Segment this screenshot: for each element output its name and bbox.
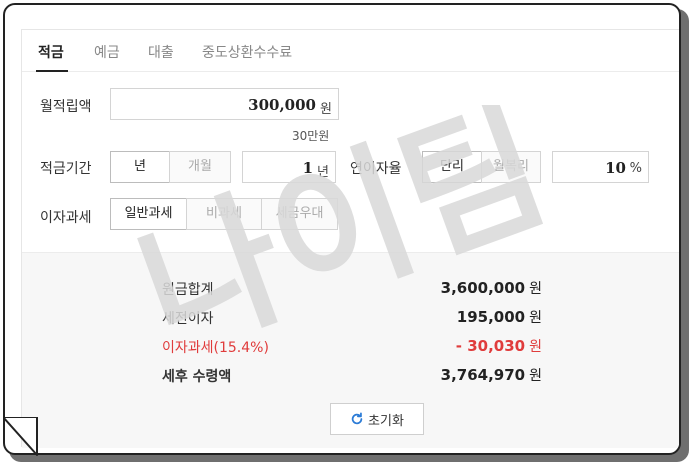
tab-bar: 적금 예금 대출 중도상환수수료 (22, 30, 679, 72)
period-unit-year[interactable]: 년 (110, 151, 170, 183)
net-amount-value: 3,764,970 원 (441, 365, 542, 385)
monthly-deposit-value: 300,000 (248, 96, 316, 114)
monthly-deposit-label: 월적립액 (40, 99, 92, 115)
net-amount-unit: 원 (529, 368, 542, 384)
interest-tax-unit: 원 (529, 339, 542, 355)
tab-deposit[interactable]: 예금 (94, 42, 120, 62)
tax-type-label: 이자과세 (40, 210, 92, 226)
tab-savings[interactable]: 적금 (38, 42, 64, 62)
active-tab-indicator (36, 70, 68, 72)
interest-tax-value: - 30,030 원 (456, 336, 542, 356)
interest-tax-label: 이자과세(15.4%) (162, 340, 269, 356)
period-input[interactable]: 1 년 (242, 151, 336, 183)
tab-loan[interactable]: 대출 (148, 42, 174, 62)
rate-label: 연이자율 (350, 161, 402, 177)
monthly-deposit-hint: 30만원 (292, 129, 330, 143)
tax-option-preferential[interactable]: 세금우대 (261, 198, 338, 230)
reset-label: 초기화 (368, 413, 404, 429)
calculator-panel: 적금 예금 대출 중도상환수수료 월적립액 300,000 원 30만원 적금기… (21, 29, 679, 448)
pretax-interest-amount: 195,000 (456, 308, 526, 326)
rate-value: 10 (605, 159, 626, 177)
rate-unit: % (629, 161, 642, 176)
principal-unit: 원 (529, 281, 542, 297)
monthly-deposit-input[interactable]: 300,000 원 (110, 88, 339, 120)
interest-tax-amount: - 30,030 (455, 337, 526, 355)
tab-prepayment-fee[interactable]: 중도상환수수료 (202, 42, 292, 62)
calculator-card: 적금 예금 대출 중도상환수수료 월적립액 300,000 원 30만원 적금기… (3, 3, 681, 455)
reset-button[interactable]: 초기화 (330, 403, 424, 435)
tax-option-exempt[interactable]: 비과세 (186, 198, 262, 230)
period-label: 적금기간 (40, 161, 92, 177)
pretax-interest-label: 세전이자 (162, 311, 214, 327)
result-panel: 원금합계 3,600,000 원 세전이자 195,000 원 이자과세(15.4%… (22, 252, 679, 448)
page-fold-corner (3, 417, 38, 456)
principal-value: 3,600,000 원 (441, 278, 542, 298)
refresh-icon (351, 412, 363, 425)
period-value: 1 (302, 159, 313, 177)
rate-type-monthly-compound[interactable]: 월복리 (481, 151, 541, 183)
tax-option-general[interactable]: 일반과세 (110, 198, 187, 230)
net-amount-label: 세후 수령액 (162, 369, 232, 385)
rate-input[interactable]: 10 % (552, 151, 649, 183)
period-value-unit: 년 (317, 165, 329, 180)
pretax-interest-unit: 원 (529, 310, 542, 326)
principal-amount: 3,600,000 (440, 279, 526, 297)
monthly-deposit-unit: 원 (320, 102, 332, 117)
period-unit-month[interactable]: 개월 (169, 151, 231, 183)
rate-type-simple[interactable]: 단리 (422, 151, 482, 183)
pretax-interest-value: 195,000 원 (457, 307, 542, 327)
net-amount: 3,764,970 (440, 366, 526, 384)
principal-label: 원금합계 (162, 282, 214, 298)
